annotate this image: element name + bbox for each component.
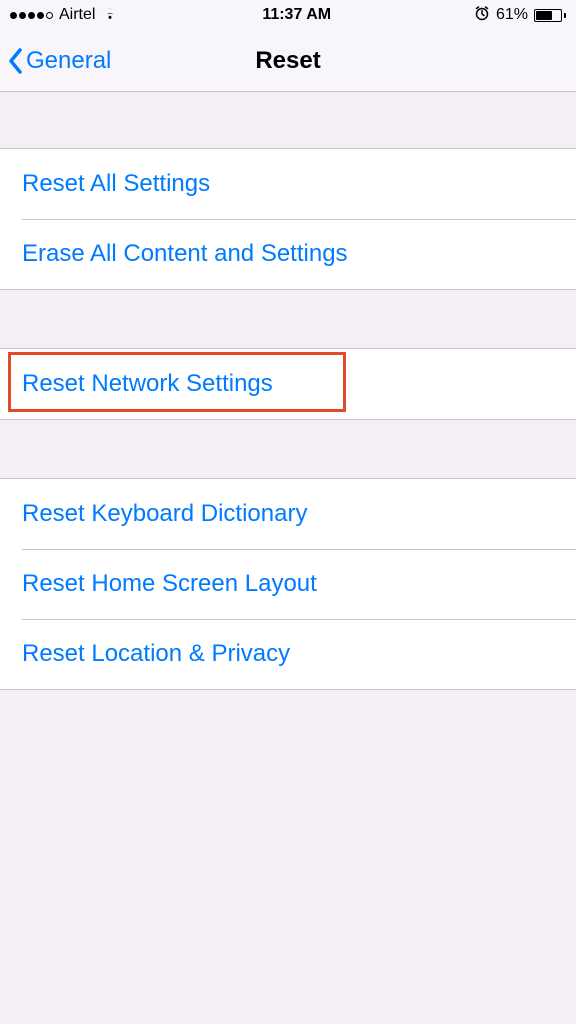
reset-home-screen-layout-cell[interactable]: Reset Home Screen Layout [0, 549, 576, 619]
erase-all-content-cell[interactable]: Erase All Content and Settings [0, 219, 576, 289]
cell-label: Reset All Settings [22, 170, 210, 198]
settings-group-3: Reset Keyboard Dictionary Reset Home Scr… [0, 478, 576, 690]
signal-strength-icon [10, 12, 53, 19]
wifi-icon [101, 6, 119, 25]
reset-keyboard-dictionary-cell[interactable]: Reset Keyboard Dictionary [0, 479, 576, 549]
chevron-left-icon [8, 48, 22, 74]
nav-header: General Reset [0, 30, 576, 92]
cell-label: Reset Location & Privacy [22, 640, 290, 668]
status-bar: Airtel 11:37 AM 61% [0, 0, 576, 30]
cell-label: Reset Home Screen Layout [22, 570, 317, 598]
carrier-label: Airtel [59, 6, 95, 24]
back-button[interactable]: General [0, 47, 111, 75]
cell-label: Reset Network Settings [22, 370, 273, 398]
settings-group-1: Reset All Settings Erase All Content and… [0, 148, 576, 290]
reset-location-privacy-cell[interactable]: Reset Location & Privacy [0, 619, 576, 689]
reset-network-settings-cell[interactable]: Reset Network Settings [0, 349, 576, 419]
status-left: Airtel [10, 6, 119, 25]
cell-label: Reset Keyboard Dictionary [22, 500, 307, 528]
cell-label: Erase All Content and Settings [22, 240, 348, 268]
status-right: 61% [474, 5, 566, 26]
settings-group-2: Reset Network Settings [0, 348, 576, 420]
alarm-icon [474, 5, 490, 26]
group-spacer [0, 420, 576, 478]
back-label: General [26, 47, 111, 75]
battery-percentage: 61% [496, 6, 528, 24]
group-spacer [0, 92, 576, 148]
status-time: 11:37 AM [119, 6, 474, 24]
group-spacer [0, 290, 576, 348]
battery-icon [534, 9, 566, 22]
reset-all-settings-cell[interactable]: Reset All Settings [0, 149, 576, 219]
